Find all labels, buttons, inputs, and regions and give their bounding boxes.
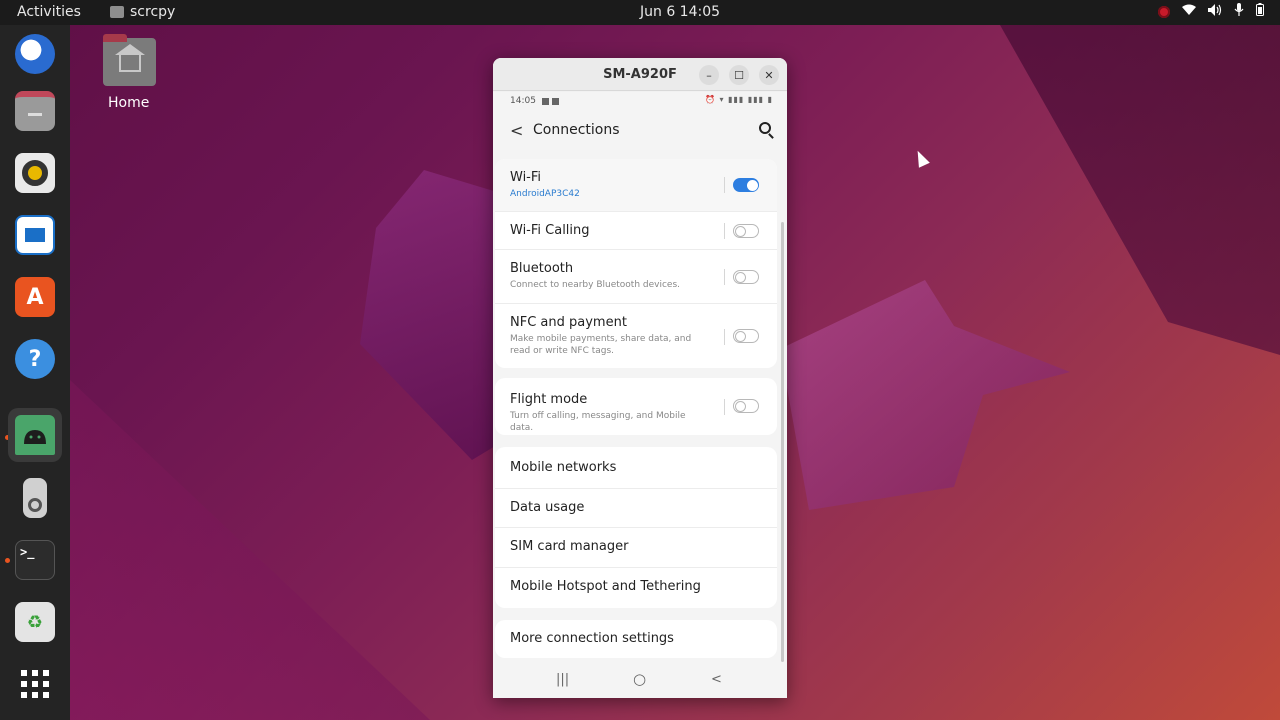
battery-icon xyxy=(1256,3,1264,20)
more-settings-title: More connection settings xyxy=(510,631,674,646)
sim-manager-title: SIM card manager xyxy=(510,539,629,554)
back-arrow-icon[interactable]: < xyxy=(510,121,523,140)
terminal-icon[interactable]: >_ xyxy=(8,533,62,587)
writer-icon[interactable] xyxy=(8,208,62,262)
wifi-calling-toggle[interactable] xyxy=(733,224,759,238)
list-item-wifi[interactable]: Wi-Fi AndroidAP3C42 xyxy=(495,159,777,212)
show-apps-icon[interactable] xyxy=(8,657,62,711)
android-app-icon[interactable] xyxy=(8,408,62,462)
search-icon[interactable] xyxy=(759,122,771,134)
thunderbird-icon[interactable] xyxy=(8,27,62,81)
hotspot-title: Mobile Hotspot and Tethering xyxy=(510,579,701,594)
trash-icon[interactable]: ♻ xyxy=(8,595,62,649)
phone-nav-bar: ||| ○ < xyxy=(493,662,787,698)
notification-icon xyxy=(541,97,549,105)
divider xyxy=(724,399,725,415)
list-item-nfc[interactable]: NFC and payment Make mobile payments, sh… xyxy=(495,304,777,368)
list-item-bluetooth[interactable]: Bluetooth Connect to nearby Bluetooth de… xyxy=(495,250,777,304)
mouse-cursor-icon xyxy=(912,148,930,168)
app-center-icon[interactable]: A xyxy=(8,270,62,324)
mobile-networks-title: Mobile networks xyxy=(510,460,617,475)
list-item-hotspot[interactable]: Mobile Hotspot and Tethering xyxy=(495,568,777,608)
connections-card-primary: Wi-Fi AndroidAP3C42 Wi-Fi Calling Blueto… xyxy=(495,159,777,368)
bluetooth-toggle[interactable] xyxy=(733,270,759,284)
scrollbar[interactable] xyxy=(781,222,784,662)
app-menu[interactable]: scrcpy xyxy=(110,4,175,20)
recent-apps-button[interactable]: ||| xyxy=(556,672,569,687)
wifi-toggle[interactable] xyxy=(733,178,759,192)
close-button[interactable]: ✕ xyxy=(759,65,779,85)
dock: A ? >_ ♻ xyxy=(0,25,70,720)
volume-icon xyxy=(1208,3,1222,20)
minimize-button[interactable]: – xyxy=(699,65,719,85)
scrcpy-app-icon xyxy=(110,6,124,18)
list-item-flight-mode[interactable]: Flight mode Turn off calling, messaging,… xyxy=(495,378,777,435)
page-title: Connections xyxy=(533,122,620,138)
phone-status-icons: ⏰ ▾ ▮▮▮ ▮▮▮ ▮ xyxy=(705,95,773,104)
list-item-more-settings[interactable]: More connection settings xyxy=(495,620,777,658)
rhythmbox-icon[interactable] xyxy=(8,146,62,200)
maximize-button[interactable]: ☐ xyxy=(729,65,749,85)
notification-icon xyxy=(551,97,559,105)
clock[interactable]: Jun 6 14:05 xyxy=(640,4,720,20)
window-title: SM-A920F xyxy=(603,66,677,82)
home-folder-label: Home xyxy=(108,95,150,111)
top-bar: Activities scrcpy Jun 6 14:05 xyxy=(0,0,1280,25)
list-item-mobile-networks[interactable]: Mobile networks xyxy=(495,447,777,489)
phone-time: 14:05 xyxy=(510,96,536,106)
activities-button[interactable]: Activities xyxy=(17,4,81,20)
ipod-icon[interactable] xyxy=(8,471,62,525)
data-usage-title: Data usage xyxy=(510,500,585,515)
wallpaper-shape xyxy=(780,280,1070,510)
help-icon[interactable]: ? xyxy=(8,332,62,386)
list-item-wifi-calling[interactable]: Wi-Fi Calling xyxy=(495,212,777,250)
window-titlebar[interactable]: SM-A920F – ☐ ✕ xyxy=(493,58,787,91)
system-status-area[interactable] xyxy=(1158,3,1264,20)
flight-mode-subtitle: Turn off calling, messaging, and Mobile … xyxy=(510,411,686,433)
wifi-icon xyxy=(1182,4,1196,20)
phone-status-bar: 14:05 ⏰ ▾ ▮▮▮ ▮▮▮ ▮ xyxy=(493,92,787,110)
home-folder-icon[interactable] xyxy=(103,34,156,86)
nfc-toggle[interactable] xyxy=(733,329,759,343)
connections-card-flight: Flight mode Turn off calling, messaging,… xyxy=(495,378,777,435)
flight-mode-toggle[interactable] xyxy=(733,399,759,413)
connections-card-networks: Mobile networks Data usage SIM card mana… xyxy=(495,447,777,608)
app-menu-label: scrcpy xyxy=(130,4,176,20)
record-icon[interactable] xyxy=(1158,5,1170,18)
mic-icon xyxy=(1234,3,1244,20)
list-item-sim-manager[interactable]: SIM card manager xyxy=(495,528,777,568)
phone-screen[interactable]: 14:05 ⏰ ▾ ▮▮▮ ▮▮▮ ▮ < Connections Wi-Fi … xyxy=(493,92,787,698)
app-bar: < Connections xyxy=(493,110,787,150)
nfc-title: NFC and payment xyxy=(510,315,627,330)
divider xyxy=(724,177,725,193)
wallpaper-shape xyxy=(70,380,430,720)
list-item-data-usage[interactable]: Data usage xyxy=(495,489,777,528)
scrcpy-window: SM-A920F – ☐ ✕ 14:05 ⏰ ▾ ▮▮▮ ▮▮▮ ▮ < Con… xyxy=(493,58,787,698)
back-button[interactable]: < xyxy=(711,672,722,687)
connections-card-more: More connection settings xyxy=(495,620,777,658)
files-icon[interactable] xyxy=(8,84,62,138)
divider xyxy=(724,329,725,345)
divider xyxy=(724,269,725,285)
home-button[interactable]: ○ xyxy=(633,670,646,688)
wallpaper-shape xyxy=(1000,25,1280,355)
divider xyxy=(724,223,725,239)
